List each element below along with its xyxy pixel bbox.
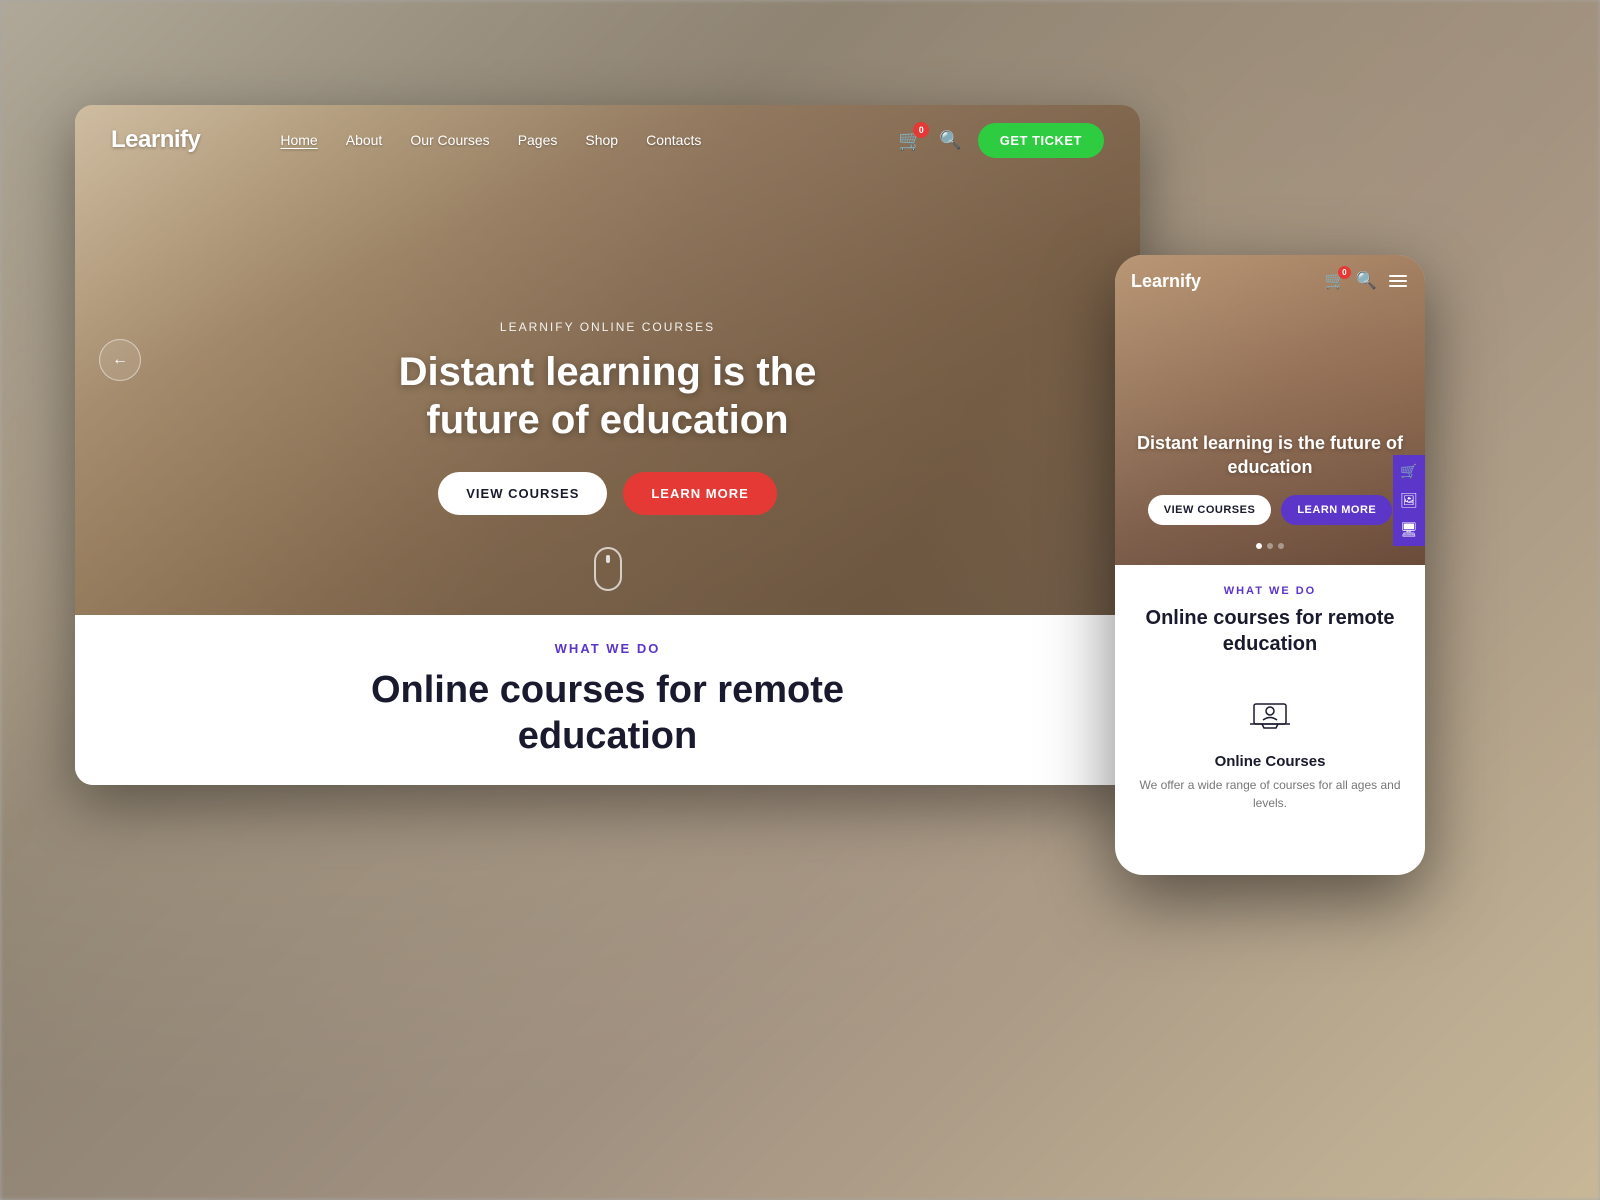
desktop-navigation: Learnify Home About Our Courses Pages Sh… (75, 105, 1140, 175)
mobile-hero-title: Distant learning is the future of educat… (1131, 432, 1409, 479)
hero-title: Distant learning is the future of educat… (358, 348, 858, 444)
cart-badge: 0 (913, 122, 929, 138)
desktop-bottom-section: WHAT WE DO Online courses for remote edu… (75, 615, 1140, 785)
slide-dot-1[interactable] (1256, 543, 1262, 549)
mobile-learn-more-button[interactable]: LEARN MORE (1281, 495, 1392, 525)
online-courses-title: Online courses for remote education (371, 668, 844, 759)
nav-link-shop[interactable]: Shop (585, 132, 618, 148)
hero-content: LEARNIFY ONLINE COURSES Distant learning… (358, 320, 858, 515)
mobile-course-description: We offer a wide range of courses for all… (1131, 776, 1409, 812)
mobile-course-item: Online Courses We offer a wide range of … (1131, 677, 1409, 824)
slide-dot-3[interactable] (1278, 543, 1284, 549)
scroll-indicator (594, 547, 622, 591)
nav-logo: Learnify (111, 126, 200, 154)
prev-slide-button[interactable]: ← (99, 339, 141, 381)
mobile-hero: Learnify 🛒 0 🔍 Distant learning is the f… (1115, 255, 1425, 565)
nav-link-home[interactable]: Home (280, 132, 317, 148)
side-cart-icon[interactable]: 🛒 (1400, 463, 1417, 480)
nav-link-about[interactable]: About (346, 132, 383, 148)
learn-more-button[interactable]: LEARN MORE (623, 472, 776, 515)
mobile-cart-wrapper[interactable]: 🛒 0 (1325, 271, 1346, 291)
mobile-slide-dots (1256, 543, 1284, 549)
hamburger-line-1 (1389, 275, 1407, 277)
what-we-do-label: WHAT WE DO (555, 641, 661, 656)
mobile-cart-badge: 0 (1338, 266, 1351, 279)
nav-link-contacts[interactable]: Contacts (646, 132, 701, 148)
hamburger-line-2 (1389, 280, 1407, 282)
nav-cart-wrapper[interactable]: 🛒 0 (898, 128, 923, 153)
arrow-left-icon: ← (112, 351, 128, 369)
mobile-mockup: Learnify 🛒 0 🔍 Distant learning is the f… (1115, 255, 1425, 875)
mobile-nav-icons: 🛒 0 🔍 (1325, 271, 1409, 291)
mobile-view-courses-button[interactable]: VIEW COURSES (1148, 495, 1272, 525)
title-line-2: education (518, 715, 697, 757)
hero-eyebrow: LEARNIFY ONLINE COURSES (358, 320, 858, 334)
nav-link-courses[interactable]: Our Courses (410, 132, 489, 148)
mobile-logo: Learnify (1131, 271, 1325, 292)
nav-link-pages[interactable]: Pages (518, 132, 558, 148)
slide-dot-2[interactable] (1267, 543, 1273, 549)
view-courses-button[interactable]: VIEW COURSES (438, 472, 607, 515)
nav-actions: 🛒 0 🔍 GET TICKET (898, 123, 1104, 158)
mobile-hero-content: Distant learning is the future of educat… (1131, 432, 1409, 525)
mobile-side-panel: 🛒 🖼 🖥 (1393, 455, 1425, 546)
course-icon-wrapper (1243, 689, 1297, 743)
search-icon[interactable]: 🔍 (939, 130, 961, 151)
mobile-course-title: Online Courses (1215, 753, 1326, 770)
nav-links: Home About Our Courses Pages Shop Contac… (280, 132, 898, 148)
title-line-1: Online courses for remote (371, 669, 844, 711)
mobile-what-label: WHAT WE DO (1131, 585, 1409, 597)
mobile-bottom-section: WHAT WE DO Online courses for remote edu… (1115, 565, 1425, 844)
hamburger-line-3 (1389, 285, 1407, 287)
mobile-search-icon[interactable]: 🔍 (1356, 271, 1377, 291)
side-monitor-icon[interactable]: 🖥 (1400, 521, 1418, 538)
desktop-mockup: Learnify Home About Our Courses Pages Sh… (75, 105, 1140, 785)
mobile-bottom-title: Online courses for remote education (1131, 605, 1409, 657)
mobile-navigation: Learnify 🛒 0 🔍 (1115, 255, 1425, 307)
desktop-hero: Learnify Home About Our Courses Pages Sh… (75, 105, 1140, 615)
scroll-circle (594, 547, 622, 591)
mobile-menu-button[interactable] (1387, 273, 1409, 289)
mobile-hero-buttons: VIEW COURSES LEARN MORE (1131, 495, 1409, 525)
get-ticket-button[interactable]: GET TICKET (978, 123, 1104, 158)
side-image-icon[interactable]: 🖼 (1400, 492, 1418, 509)
scroll-dot (606, 555, 610, 563)
hero-buttons: VIEW COURSES LEARN MORE (358, 472, 858, 515)
online-courses-icon (1246, 692, 1294, 740)
